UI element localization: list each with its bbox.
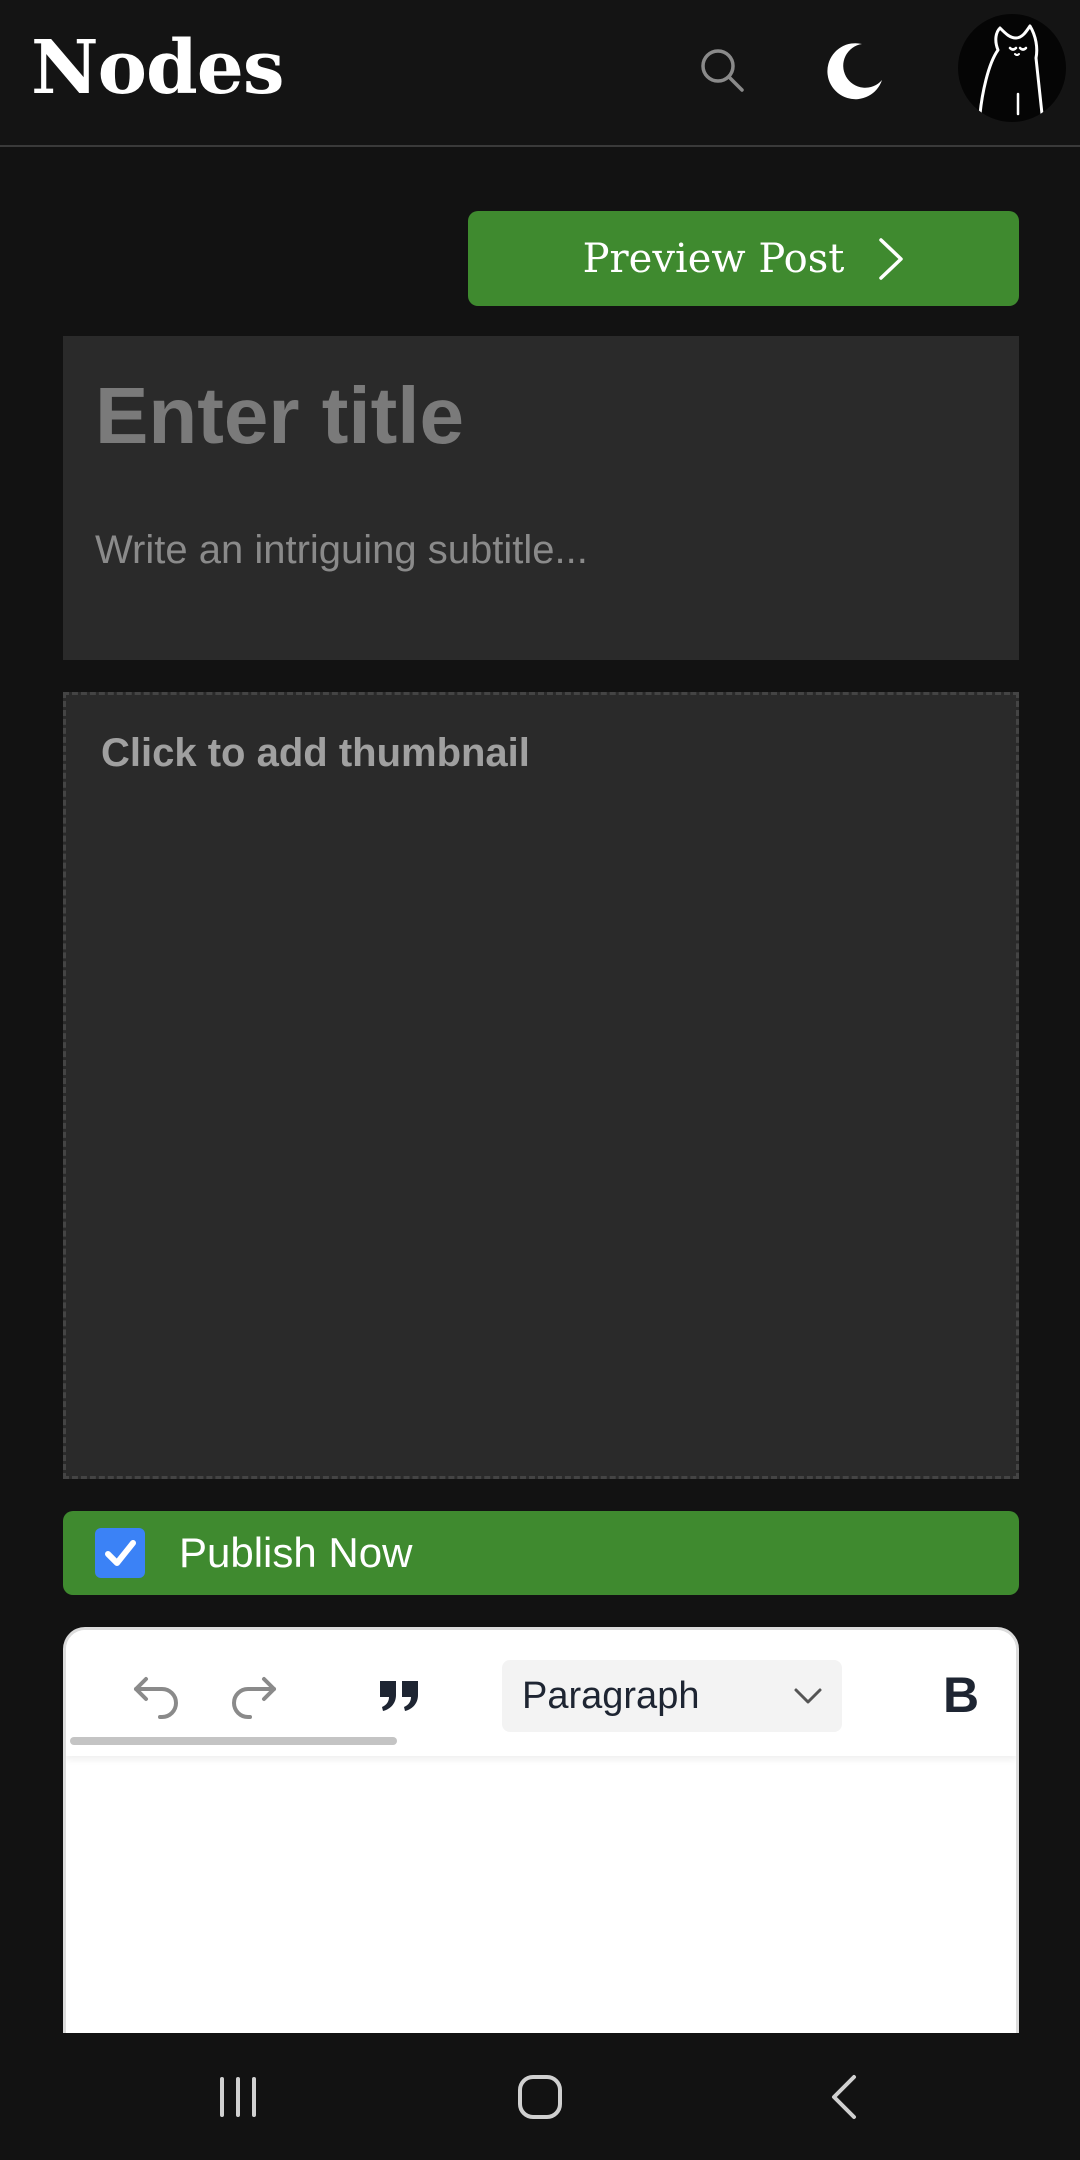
subtitle-input[interactable]: Write an intriguing subtitle...	[95, 526, 975, 574]
blockquote-button[interactable]	[360, 1660, 440, 1730]
rich-text-editor[interactable]: Paragraph B	[63, 1627, 1019, 2033]
quote-icon	[380, 1681, 418, 1711]
home-button[interactable]	[500, 2060, 580, 2134]
publish-now-label: Publish Now	[179, 1529, 413, 1576]
undo-icon	[134, 1677, 178, 1719]
avatar[interactable]	[958, 14, 1066, 122]
back-icon	[832, 2075, 856, 2119]
bold-button[interactable]: B	[926, 1660, 996, 1730]
publish-now-checkbox[interactable]	[95, 1528, 145, 1578]
undo-button[interactable]	[116, 1660, 196, 1730]
thumbnail-label: Click to add thumbnail	[101, 731, 530, 775]
redo-icon	[232, 1677, 276, 1719]
redo-button[interactable]	[214, 1660, 294, 1730]
recent-apps-button[interactable]	[198, 2060, 278, 2134]
publish-now-toggle[interactable]: Publish Now	[63, 1511, 1019, 1595]
search-icon	[701, 49, 744, 92]
brand-logo[interactable]: Nodes	[31, 20, 284, 116]
chevron-down-icon	[794, 1688, 822, 1704]
title-section: Enter title Write an intriguing subtitle…	[63, 336, 1019, 660]
toolbar-scroll-indicator[interactable]	[70, 1737, 397, 1745]
app-header: Nodes	[0, 0, 1080, 147]
system-nav-bar	[0, 2034, 1080, 2160]
title-input[interactable]: Enter title	[95, 372, 975, 460]
theme-toggle-button[interactable]	[816, 32, 892, 108]
editor-toolbar: Paragraph B	[66, 1630, 1016, 1756]
checkmark-icon	[105, 1540, 136, 1566]
preview-post-label: Preview Post	[582, 235, 845, 282]
home-icon	[518, 2075, 562, 2119]
search-button[interactable]	[690, 38, 754, 102]
cat-avatar-icon	[978, 24, 1044, 116]
recent-apps-icon	[220, 2077, 256, 2117]
block-type-select[interactable]: Paragraph	[502, 1660, 842, 1732]
preview-post-button[interactable]: Preview Post	[468, 211, 1019, 306]
back-button[interactable]	[804, 2060, 884, 2134]
chevron-right-icon	[879, 237, 904, 280]
block-type-value: Paragraph	[522, 1674, 700, 1717]
thumbnail-dropzone[interactable]: Click to add thumbnail	[63, 692, 1019, 1479]
moon-icon	[827, 43, 882, 100]
